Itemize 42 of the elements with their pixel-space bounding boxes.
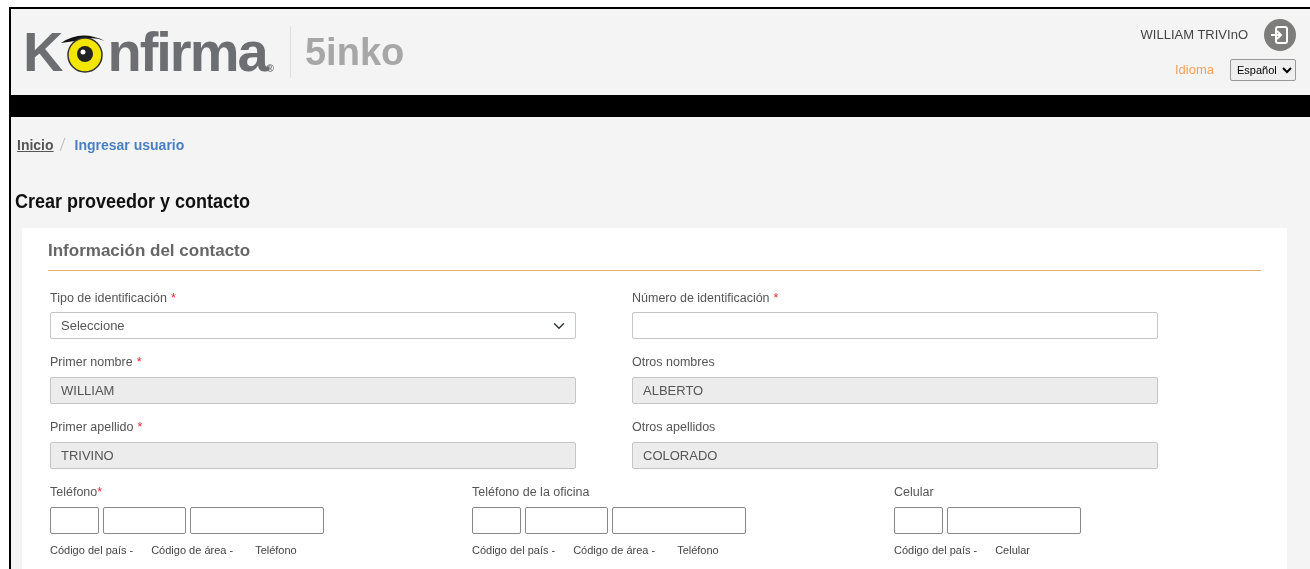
input-field[interactable] [103, 506, 186, 534]
field-caption: Código de área - [573, 542, 656, 558]
field-label: Teléfono de la oficina [472, 484, 590, 499]
input-field[interactable] [472, 506, 521, 534]
required-mark: * [137, 420, 143, 434]
field-caption: Código del país - [472, 542, 556, 558]
input-field[interactable] [525, 506, 608, 534]
section-title: Información del contacto [48, 238, 1261, 271]
field-caption: Teléfono [677, 542, 719, 558]
logout-icon[interactable] [1264, 19, 1296, 51]
product-name: 5inko [305, 29, 405, 75]
field-label: Otros apellidos [632, 420, 716, 434]
language-select[interactable]: Español [1230, 59, 1296, 81]
field-label: Celular [894, 484, 934, 499]
field-caption: Celular [995, 542, 1031, 558]
input-field[interactable] [632, 312, 1158, 340]
required-mark: * [136, 355, 142, 370]
breadcrumb-link[interactable]: Inicio [17, 137, 54, 153]
field-label: Número de identificación [632, 290, 770, 305]
breadcrumb-link[interactable]: Ingresar usuario [74, 137, 185, 153]
page-title: Crear proveedor y contacto [15, 189, 252, 214]
input-field[interactable] [947, 506, 1081, 534]
field-caption: Código de área - [151, 542, 234, 558]
field-label: Primer apellido [50, 420, 134, 434]
user-name: WILLIAM TRIVInO [1140, 26, 1248, 45]
field-label: Tipo de identificación [50, 290, 167, 305]
language-label: Idioma [1174, 61, 1214, 80]
field-label: Teléfono [50, 484, 98, 499]
logo: K nfirma® [23, 24, 274, 80]
field-label: Primer nombre [50, 355, 133, 370]
input-field[interactable] [50, 506, 99, 534]
input-field[interactable] [190, 506, 324, 534]
field-caption: Código del país - [50, 542, 134, 558]
field-label: Otros nombres [632, 355, 715, 370]
field-caption: Código del país - [894, 542, 978, 558]
select-field[interactable]: Seleccione [50, 312, 576, 340]
required-mark: * [170, 290, 176, 305]
required-mark: * [97, 484, 103, 499]
required-mark: * [773, 290, 779, 305]
input-field[interactable] [612, 506, 746, 534]
field-caption: Teléfono [255, 542, 297, 558]
input-field[interactable] [894, 506, 943, 534]
